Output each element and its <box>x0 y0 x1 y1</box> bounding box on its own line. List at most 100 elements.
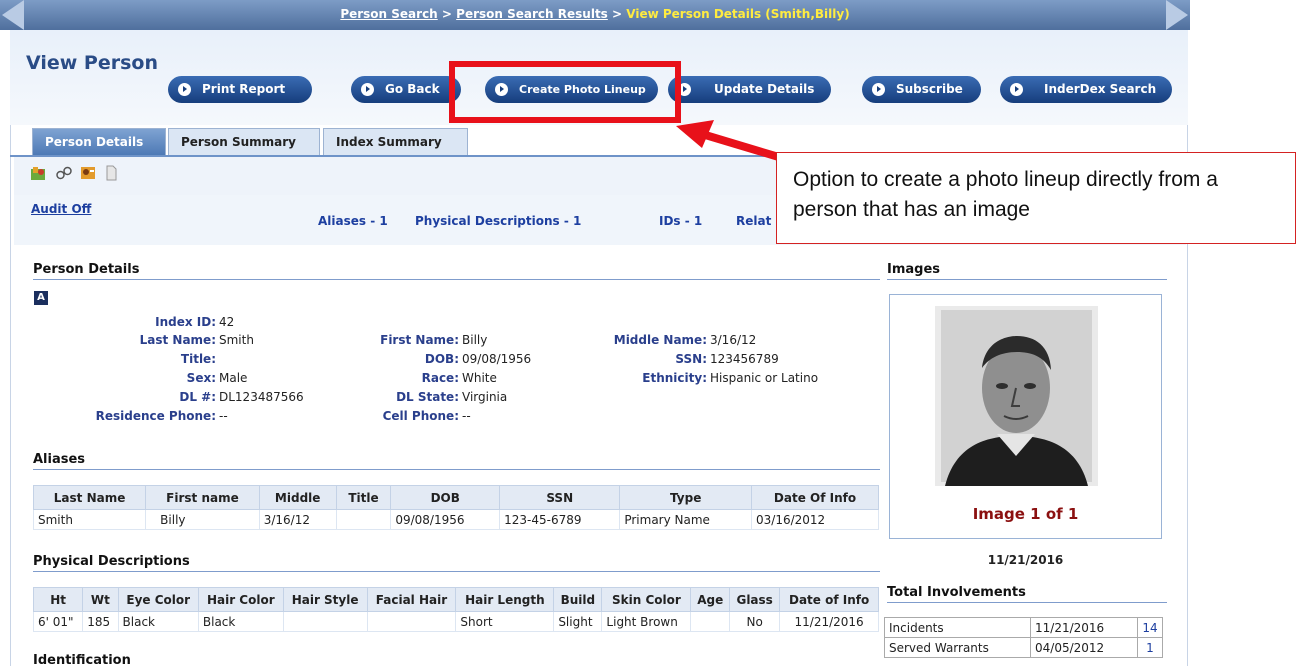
index-id-label: Index ID: <box>155 315 216 329</box>
highlight-box <box>449 61 681 123</box>
print-report-button[interactable]: Print Report <box>168 76 312 103</box>
race-label: Race: <box>421 371 459 385</box>
image-caption: Image 1 of 1 <box>972 505 1079 523</box>
map-people-icon[interactable] <box>30 165 46 181</box>
table-cell <box>282 611 368 632</box>
table-cell: 3/16/12 <box>258 509 337 530</box>
table-cell: Primary Name <box>619 509 752 530</box>
column-header: DOB <box>390 485 501 510</box>
table-cell: 03/16/2012 <box>751 509 879 530</box>
involvement-count-link[interactable]: 14 <box>1137 617 1163 638</box>
subscribe-button[interactable]: Subscribe <box>862 76 981 103</box>
breadcrumb-bar: Person Search > Person Search Results > … <box>0 0 1190 30</box>
column-header: Wt <box>82 587 119 612</box>
scroll-right-icon[interactable] <box>1166 0 1188 30</box>
document-icon[interactable] <box>103 165 119 181</box>
tab-index-summary[interactable]: Index Summary <box>323 128 468 155</box>
involvements-table: Incidents 11/21/2016 14 Served Warrants … <box>884 617 1163 658</box>
column-header: Skin Color <box>601 587 692 612</box>
breadcrumb-separator: > <box>441 7 452 21</box>
column-header: Ht <box>32 587 84 612</box>
table-cell: 09/08/1956 <box>390 509 501 530</box>
audit-toggle-link[interactable]: Audit Off <box>31 202 91 216</box>
play-icon <box>178 83 191 96</box>
column-header: Date of Info <box>779 587 879 612</box>
breadcrumb-person-search[interactable]: Person Search <box>340 7 437 21</box>
aliases-table: Last Name First name Middle Title DOB SS… <box>32 485 879 530</box>
handcuffs-icon[interactable] <box>56 165 72 181</box>
person-card-icon[interactable] <box>80 165 96 181</box>
table-cell: Smith <box>32 509 147 530</box>
dl-state-label: DL State: <box>396 390 459 404</box>
ssn-value: 123456789 <box>710 352 779 366</box>
last-name-label: Last Name: <box>139 333 216 347</box>
column-header: Type <box>619 485 752 510</box>
column-header: Title <box>335 485 392 510</box>
table-cell: No <box>729 611 781 632</box>
person-photo[interactable] <box>935 306 1098 486</box>
callout-box: Option to create a photo lineup directly… <box>776 152 1296 244</box>
alpha-toggle-icon[interactable]: A <box>34 291 48 305</box>
physical-descriptions-heading: Physical Descriptions <box>33 554 190 569</box>
involvement-label: Incidents <box>884 617 1031 638</box>
dl-label: DL #: <box>179 390 216 404</box>
page-title: View Person <box>26 52 159 74</box>
middle-name-value: 3/16/12 <box>710 333 757 347</box>
tab-person-details[interactable]: Person Details <box>32 128 166 155</box>
last-name-value: Smith <box>219 333 254 347</box>
table-header-row: Ht Wt Eye Color Hair Color Hair Style Fa… <box>32 587 879 612</box>
column-header: Hair Length <box>455 587 555 612</box>
table-row: Served Warrants 04/05/2012 1 <box>884 637 1163 658</box>
column-header: Eye Color <box>117 587 199 612</box>
column-header: Glass <box>729 587 781 612</box>
column-header: Hair Style <box>282 587 368 612</box>
ids-link[interactable]: IDs - 1 <box>659 214 702 228</box>
physical-descriptions-table: Ht Wt Eye Color Hair Color Hair Style Fa… <box>32 587 879 632</box>
table-cell: Slight <box>553 611 603 632</box>
sex-label: Sex: <box>186 371 216 385</box>
table-cell <box>366 611 457 632</box>
dl-value: DL123487566 <box>219 390 304 404</box>
middle-name-label: Middle Name: <box>613 333 707 347</box>
breadcrumb: Person Search > Person Search Results > … <box>0 7 1190 21</box>
callout-arrow-icon <box>676 120 784 162</box>
table-cell: 123-45-6789 <box>499 509 621 530</box>
column-header: SSN <box>499 485 621 510</box>
table-cell: Black <box>117 611 199 632</box>
tab-person-summary[interactable]: Person Summary <box>168 128 320 155</box>
table-cell: 11/21/2016 <box>779 611 879 632</box>
physical-descriptions-link[interactable]: Physical Descriptions - 1 <box>415 214 581 228</box>
ssn-label: SSN: <box>675 352 707 366</box>
residence-phone-value: -- <box>219 409 228 423</box>
update-details-button[interactable]: Update Details <box>668 76 831 103</box>
column-header: Date Of Info <box>751 485 879 510</box>
column-header: Build <box>553 587 603 612</box>
image-date: 11/21/2016 <box>987 553 1064 567</box>
inderdex-search-button[interactable]: InderDex Search <box>1000 76 1172 103</box>
first-name-label: First Name: <box>380 333 459 347</box>
table-cell <box>335 509 392 530</box>
go-back-button[interactable]: Go Back <box>351 76 461 103</box>
play-icon <box>872 83 885 96</box>
table-cell: Short <box>455 611 555 632</box>
aliases-heading: Aliases <box>33 452 86 467</box>
involvement-count-link[interactable]: 1 <box>1137 637 1163 658</box>
breadcrumb-person-search-results[interactable]: Person Search Results <box>456 7 608 21</box>
relations-link[interactable]: Relat <box>736 214 771 228</box>
title-label: Title: <box>180 352 216 366</box>
involvement-label: Served Warrants <box>884 637 1031 658</box>
aliases-link[interactable]: Aliases - 1 <box>318 214 388 228</box>
table-cell: Billy <box>145 509 260 530</box>
table-cell: Black <box>197 611 284 632</box>
column-header: Facial Hair <box>366 587 457 612</box>
section-divider <box>887 602 1167 603</box>
images-heading: Images <box>887 262 941 277</box>
involvement-date: 11/21/2016 <box>1030 617 1138 638</box>
table-row[interactable]: Smith Billy 3/16/12 09/08/1956 123-45-67… <box>32 509 879 530</box>
dl-state-value: Virginia <box>462 390 508 404</box>
race-value: White <box>462 371 497 385</box>
table-row[interactable]: 6' 01" 185 Black Black Short Slight Ligh… <box>32 611 879 632</box>
table-cell: Light Brown <box>601 611 692 632</box>
cell-phone-label: Cell Phone: <box>382 409 459 423</box>
involvement-date: 04/05/2012 <box>1030 637 1138 658</box>
